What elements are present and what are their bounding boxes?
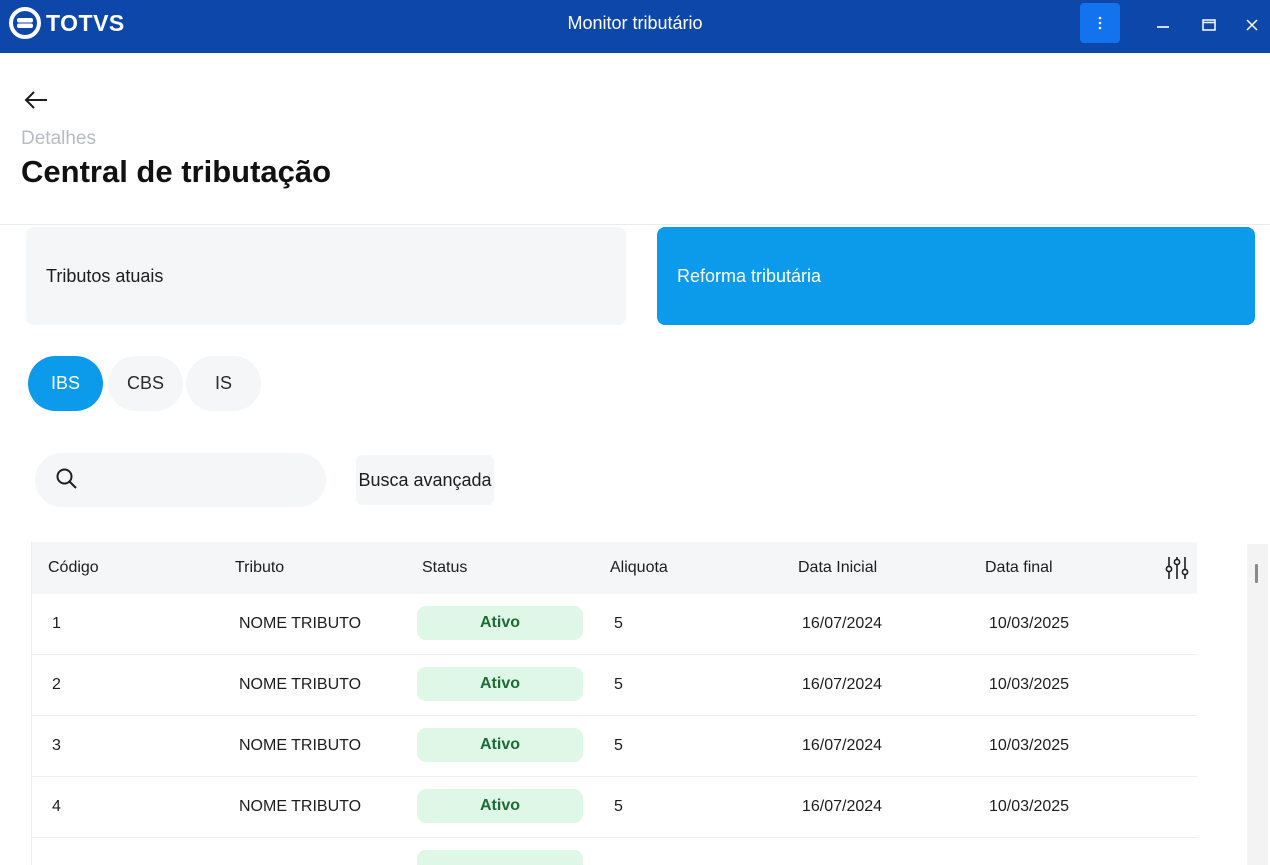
card-reforma-tributaria[interactable]: Reforma tributária xyxy=(657,227,1255,325)
column-header-tributo[interactable]: Tributo xyxy=(235,559,284,577)
advanced-search-label: Busca avançada xyxy=(358,469,492,490)
cell-tributo: NOME TRIBUTO xyxy=(239,798,362,815)
card-tributos-atuais[interactable]: Tributos atuais xyxy=(26,227,626,325)
card-label: Reforma tributária xyxy=(677,265,822,286)
cell-data-final: 10/03/2025 xyxy=(989,615,1070,632)
search-box xyxy=(35,453,326,507)
column-header-codigo[interactable]: Código xyxy=(48,559,99,577)
options-menu-button[interactable] xyxy=(1080,3,1120,43)
table-row[interactable] xyxy=(32,838,1197,865)
filter-label: IS xyxy=(214,373,232,393)
cell-data-inicial: 16/07/2024 xyxy=(802,676,883,693)
table-scrollbar[interactable] xyxy=(1247,544,1268,865)
status-badge: Ativo xyxy=(417,789,583,823)
cell-data-inicial: 16/07/2024 xyxy=(802,737,883,754)
breadcrumb[interactable]: Detalhes xyxy=(21,128,96,150)
cell-aliquota: 5 xyxy=(614,676,623,693)
totvs-logo-icon xyxy=(9,7,41,39)
filter-label: CBS xyxy=(126,373,164,393)
table-header: Código Tributo Status Aliquota Data Inic… xyxy=(32,542,1197,594)
header-divider xyxy=(0,224,1270,225)
tributos-table: Código Tributo Status Aliquota Data Inic… xyxy=(31,542,1197,865)
cell-data-inicial: 16/07/2024 xyxy=(802,798,883,815)
totvs-logo: TOTVS xyxy=(9,7,125,39)
table-row[interactable]: 1 NOME TRIBUTO Ativo 5 16/07/2024 10/03/… xyxy=(32,594,1197,655)
minimize-icon xyxy=(1157,26,1169,28)
cell-codigo: 2 xyxy=(52,676,61,693)
cell-tributo: NOME TRIBUTO xyxy=(239,615,362,632)
advanced-search-button[interactable]: Busca avançada xyxy=(356,455,494,505)
column-header-data-inicial[interactable]: Data Inicial xyxy=(798,559,877,577)
title-bar: TOTVS Monitor tributário xyxy=(0,0,1270,53)
filter-cbs[interactable]: CBS xyxy=(108,356,183,411)
column-header-aliquota[interactable]: Aliquota xyxy=(610,559,668,577)
column-header-status[interactable]: Status xyxy=(422,559,467,577)
cell-data-final: 10/03/2025 xyxy=(989,737,1070,754)
cell-aliquota: 5 xyxy=(614,737,623,754)
table-row[interactable]: 3 NOME TRIBUTO Ativo 5 16/07/2024 10/03/… xyxy=(32,716,1197,777)
search-input[interactable] xyxy=(95,453,315,507)
maximize-icon xyxy=(1202,19,1216,31)
table-row[interactable]: 4 NOME TRIBUTO Ativo 5 16/07/2024 10/03/… xyxy=(32,777,1197,838)
status-badge xyxy=(417,850,583,865)
close-icon xyxy=(1246,19,1258,31)
cell-data-final: 10/03/2025 xyxy=(989,798,1070,815)
status-badge: Ativo xyxy=(417,667,583,701)
close-button[interactable] xyxy=(1239,12,1265,38)
cell-aliquota: 5 xyxy=(614,798,623,815)
column-settings-button[interactable] xyxy=(1163,554,1191,582)
table-row[interactable]: 2 NOME TRIBUTO Ativo 5 16/07/2024 10/03/… xyxy=(32,655,1197,716)
minimize-button[interactable] xyxy=(1150,12,1176,38)
search-icon xyxy=(56,468,77,489)
filter-label: IBS xyxy=(50,373,80,393)
arrow-left-icon xyxy=(24,91,47,109)
filter-is[interactable]: IS xyxy=(186,356,261,411)
maximize-button[interactable] xyxy=(1196,12,1222,38)
cell-tributo: NOME TRIBUTO xyxy=(239,676,362,693)
cell-data-inicial: 16/07/2024 xyxy=(802,615,883,632)
back-button[interactable] xyxy=(22,88,50,112)
brand-name: TOTVS xyxy=(46,9,125,36)
cell-codigo: 3 xyxy=(52,737,61,754)
cell-aliquota: 5 xyxy=(614,615,623,632)
column-settings-icon xyxy=(1165,557,1189,579)
card-label: Tributos atuais xyxy=(46,265,164,286)
page-title: Central de tributação xyxy=(21,154,332,189)
cell-tributo: NOME TRIBUTO xyxy=(239,737,362,754)
status-badge: Ativo xyxy=(417,728,583,762)
kebab-menu-icon xyxy=(1098,16,1102,30)
cell-data-final: 10/03/2025 xyxy=(989,676,1070,693)
scrollbar-thumb[interactable] xyxy=(1255,564,1258,583)
filter-ibs[interactable]: IBS xyxy=(28,356,103,411)
column-header-data-final[interactable]: Data final xyxy=(985,559,1053,577)
cell-codigo: 4 xyxy=(52,798,61,815)
status-badge: Ativo xyxy=(417,606,583,640)
cell-codigo: 1 xyxy=(52,615,61,632)
